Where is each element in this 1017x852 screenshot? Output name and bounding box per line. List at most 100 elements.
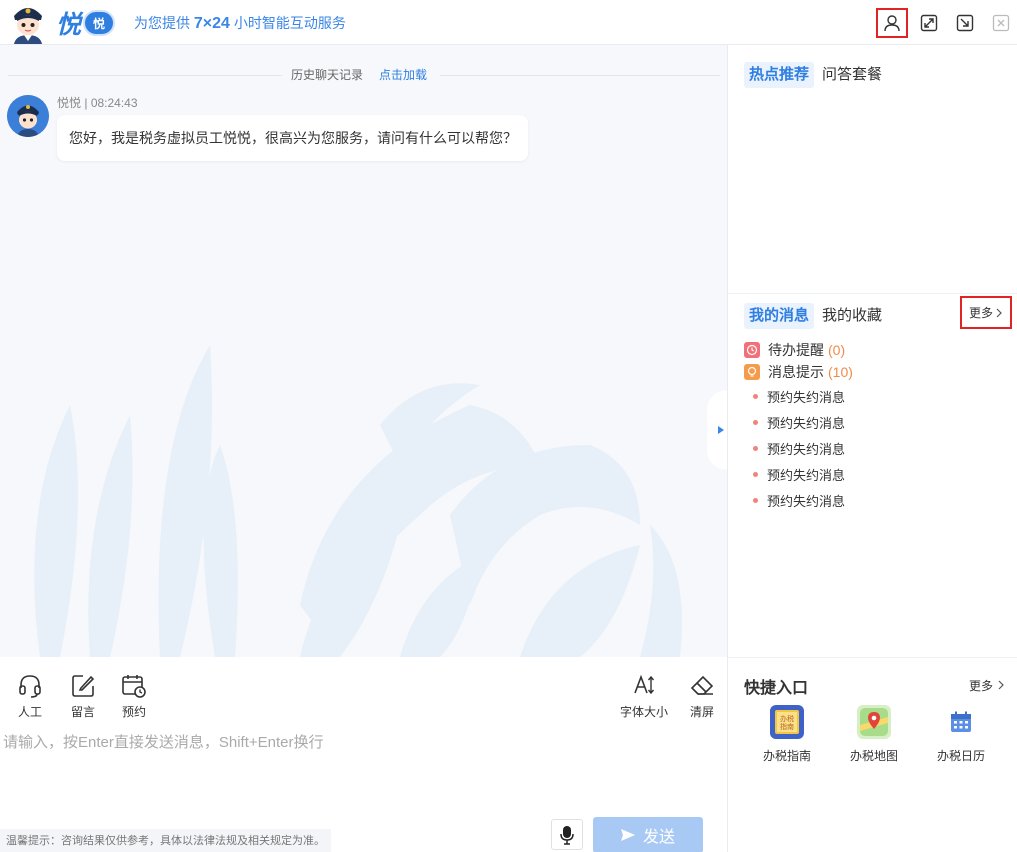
edit-icon — [72, 675, 95, 697]
appointment-button[interactable]: 预约 — [121, 673, 147, 720]
notice-label: 消息提示 — [768, 364, 824, 380]
quick-more-label: 更多 — [969, 679, 994, 693]
bullet-dot — [753, 420, 758, 425]
notice-prompt[interactable]: 消息提示 (10) — [744, 362, 853, 382]
tab-my-favorites[interactable]: 我的收藏 — [822, 303, 882, 329]
tax-calendar-label: 办税日历 — [936, 749, 985, 763]
user-icon — [884, 15, 900, 32]
guide-book-icon: 办税 指南 — [770, 705, 804, 739]
brand-char: 悦 — [56, 11, 82, 39]
brand-badge: 悦 — [83, 10, 116, 36]
quick-tax-calendar[interactable]: 办税日历 — [926, 705, 996, 764]
message-sender: 悦悦 — [57, 96, 82, 110]
messages-more-button[interactable]: 更多 — [960, 296, 1012, 329]
human-agent-label: 人工 — [17, 705, 42, 719]
message-input[interactable]: 请输入，按Enter直接发送消息，Shift+Enter换行 — [3, 731, 323, 752]
chevron-right-icon — [998, 680, 1005, 690]
guide-icon-text-top: 办税 — [780, 714, 794, 723]
bullet-dot — [753, 472, 758, 477]
appointment-label: 预约 — [121, 705, 146, 719]
font-size-icon — [634, 674, 655, 695]
close-icon — [992, 14, 1010, 32]
notice-item[interactable]: 预约失约消息 — [753, 439, 845, 458]
bot-avatar — [7, 95, 49, 137]
guide-icon-text-bottom: 指南 — [780, 722, 794, 731]
human-agent-button[interactable]: 人工 — [17, 673, 43, 720]
side-panel: 热点推荐 问答套餐 我的消息 我的收藏 更多 待办提醒 (0) 消息提示 (10… — [728, 45, 1017, 852]
collapse-panel-button[interactable] — [707, 390, 727, 470]
input-area: 人工 留言 预约 字体大小 清屏 请输入，按Enter直接发送消息，Shift+… — [0, 657, 727, 852]
bullet-dot — [753, 446, 758, 451]
bullet-dot — [753, 394, 758, 399]
notice-item-label: 预约失约消息 — [767, 416, 846, 431]
leave-message-label: 留言 — [70, 705, 95, 719]
message-bubble: 您好，我是税务虚拟员工悦悦，很高兴为您服务，请问有什么可以帮您？ — [57, 115, 528, 161]
tax-guide-label: 办税指南 — [762, 749, 811, 763]
todo-reminder[interactable]: 待办提醒 (0) — [744, 340, 845, 360]
quick-access-title: 快捷入口 — [744, 680, 809, 697]
map-pin-icon — [857, 705, 891, 739]
user-profile-button[interactable] — [876, 8, 908, 38]
divider-right — [440, 75, 720, 76]
send-button[interactable]: 发送 — [593, 817, 703, 852]
notice-item-label: 预约失约消息 — [767, 390, 846, 405]
microphone-icon — [560, 825, 574, 845]
minimize-button[interactable] — [949, 8, 981, 38]
section-divider — [728, 293, 1017, 294]
more-label: 更多 — [968, 306, 993, 320]
tab-qa-package[interactable]: 问答套餐 — [822, 62, 882, 88]
clear-screen-button[interactable]: 清屏 — [689, 673, 715, 720]
fullscreen-button[interactable] — [913, 8, 945, 38]
notice-item[interactable]: 预约失约消息 — [753, 387, 845, 406]
send-label: 发送 — [642, 829, 675, 846]
notice-item[interactable]: 预约失约消息 — [753, 465, 845, 484]
bulb-icon — [744, 364, 760, 380]
disclaimer-tip: 温馨提示：咨询结果仅供参考，具体以法律法规及相关规定为准。 — [0, 829, 331, 852]
history-label: 历史聊天记录 — [291, 68, 364, 82]
todo-label: 待办提醒 — [768, 342, 824, 358]
tab-hot-recommend[interactable]: 热点推荐 — [744, 62, 815, 88]
message-meta: 悦悦 | 08:24:43 — [57, 94, 138, 111]
history-divider — [0, 67, 727, 83]
calendar-icon — [944, 705, 978, 739]
font-size-button[interactable]: 字体大小 — [620, 673, 668, 720]
message-time: 08:24:43 — [90, 96, 138, 110]
mascot-avatar-icon — [7, 95, 49, 137]
divider-left — [8, 75, 282, 76]
tab-my-messages[interactable]: 我的消息 — [744, 303, 815, 329]
tagline-pre: 为您提供 — [134, 15, 194, 31]
notice-item[interactable]: 预约失约消息 — [753, 413, 845, 432]
font-size-label: 字体大小 — [620, 705, 669, 719]
load-history-link[interactable]: 点击加载 — [379, 66, 427, 83]
notice-item-label: 预约失约消息 — [767, 468, 846, 483]
calendar-clock-icon — [122, 675, 146, 698]
chat-app: 悦 悦 为您提供 7×24 小时智能互动服务 历史聊天记录 点击加载 悦悦 | … — [0, 0, 1017, 852]
bullet-dot — [753, 498, 758, 503]
headset-icon — [19, 675, 41, 698]
voice-input-button[interactable] — [551, 819, 583, 850]
leave-message-button[interactable]: 留言 — [70, 673, 96, 720]
notice-item-label: 预约失约消息 — [767, 442, 846, 457]
notice-item[interactable]: 预约失约消息 — [753, 491, 845, 510]
quick-tax-map[interactable]: 办税地图 — [839, 705, 909, 764]
chat-panel[interactable]: 历史聊天记录 点击加载 悦悦 | 08:24:43 您好，我是税务虚拟员工悦悦，… — [0, 45, 727, 657]
chevron-right-icon — [996, 308, 1002, 317]
clock-icon — [744, 342, 760, 358]
brand-logo: 悦 悦 — [56, 6, 116, 40]
expand-icon — [920, 14, 938, 32]
tax-map-label: 办税地图 — [849, 749, 898, 763]
header-bar: 悦 悦 为您提供 7×24 小时智能互动服务 — [0, 0, 1017, 45]
todo-count: (0) — [828, 342, 846, 358]
triangle-right-icon — [718, 426, 724, 434]
close-button[interactable] — [985, 8, 1017, 38]
clear-screen-label: 清屏 — [689, 705, 714, 719]
mascot-avatar-icon — [14, 8, 42, 44]
section-divider — [728, 657, 1017, 658]
minimize-icon — [956, 14, 974, 32]
quick-tax-guide[interactable]: 办税 指南 办税指南 — [752, 705, 822, 764]
notice-count: (10) — [828, 364, 853, 380]
notice-item-label: 预约失约消息 — [767, 494, 846, 509]
quick-more-link[interactable]: 更多 — [969, 677, 1005, 694]
send-icon — [620, 829, 635, 841]
eraser-icon — [690, 675, 714, 695]
